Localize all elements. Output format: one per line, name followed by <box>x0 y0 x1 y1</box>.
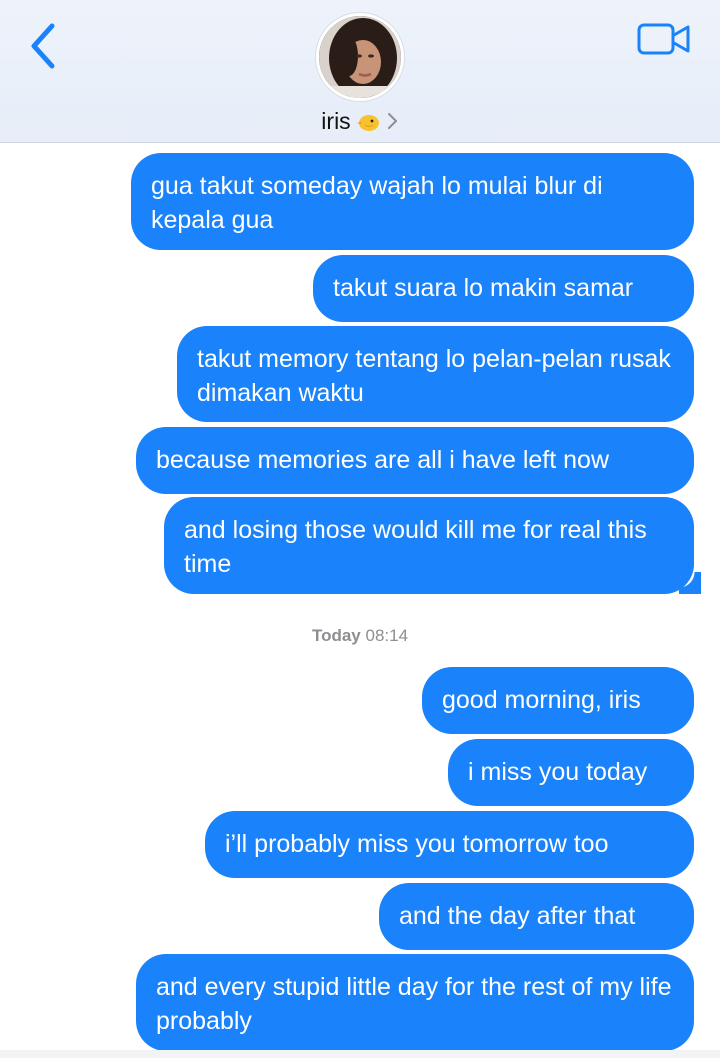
message-bubble[interactable]: i’ll probably miss you tomorrow too <box>205 811 694 878</box>
contact-avatar[interactable] <box>316 13 404 101</box>
message-bubble[interactable]: and the day after that <box>379 883 694 950</box>
conversation-header: iris <box>0 0 720 143</box>
video-camera-icon[interactable] <box>636 20 692 58</box>
message-text: i miss you today <box>468 758 648 786</box>
message-text: takut suara lo makin samar <box>333 274 634 302</box>
contact-name: iris <box>321 107 351 134</box>
message-text: and losing those would kill me for real … <box>184 516 647 578</box>
message-text: gua takut someday wajah lo mulai blur di… <box>151 172 603 234</box>
message-text: and the day after that <box>399 902 636 930</box>
message-text: because memories are all i have left now <box>156 446 610 474</box>
messages-screen: iris gua takut someday wajah lo mulai bl… <box>0 0 720 1058</box>
message-timestamp: Today 08:14 <box>0 626 720 646</box>
message-bubble[interactable]: gua takut someday wajah lo mulai blur di… <box>131 153 694 250</box>
message-bubble[interactable]: and every stupid little day for the rest… <box>136 954 694 1051</box>
message-bubble[interactable]: takut memory tentang lo pelan-pelan rusa… <box>177 326 694 422</box>
message-bubble[interactable]: because memories are all i have left now <box>136 427 694 494</box>
chevron-left-icon[interactable] <box>22 20 66 72</box>
message-text: takut memory tentang lo pelan-pelan rusa… <box>197 345 671 407</box>
chick-emoji-icon <box>356 109 381 133</box>
timestamp-day: Today <box>311 626 361 645</box>
contact-name-button[interactable]: iris <box>0 104 720 138</box>
chevron-right-icon <box>387 111 399 131</box>
timestamp-time: 08:14 <box>365 626 409 645</box>
message-text: and every stupid little day for the rest… <box>156 973 672 1035</box>
bottom-edge <box>0 1050 720 1058</box>
message-text: good morning, iris <box>442 686 641 714</box>
message-bubble[interactable]: i miss you today <box>448 739 694 806</box>
message-bubble[interactable]: and losing those would kill me for real … <box>164 497 701 594</box>
message-text: i’ll probably miss you tomorrow too <box>225 830 609 858</box>
message-bubble[interactable]: takut suara lo makin samar <box>313 255 694 322</box>
message-bubble[interactable]: good morning, iris <box>422 667 694 734</box>
